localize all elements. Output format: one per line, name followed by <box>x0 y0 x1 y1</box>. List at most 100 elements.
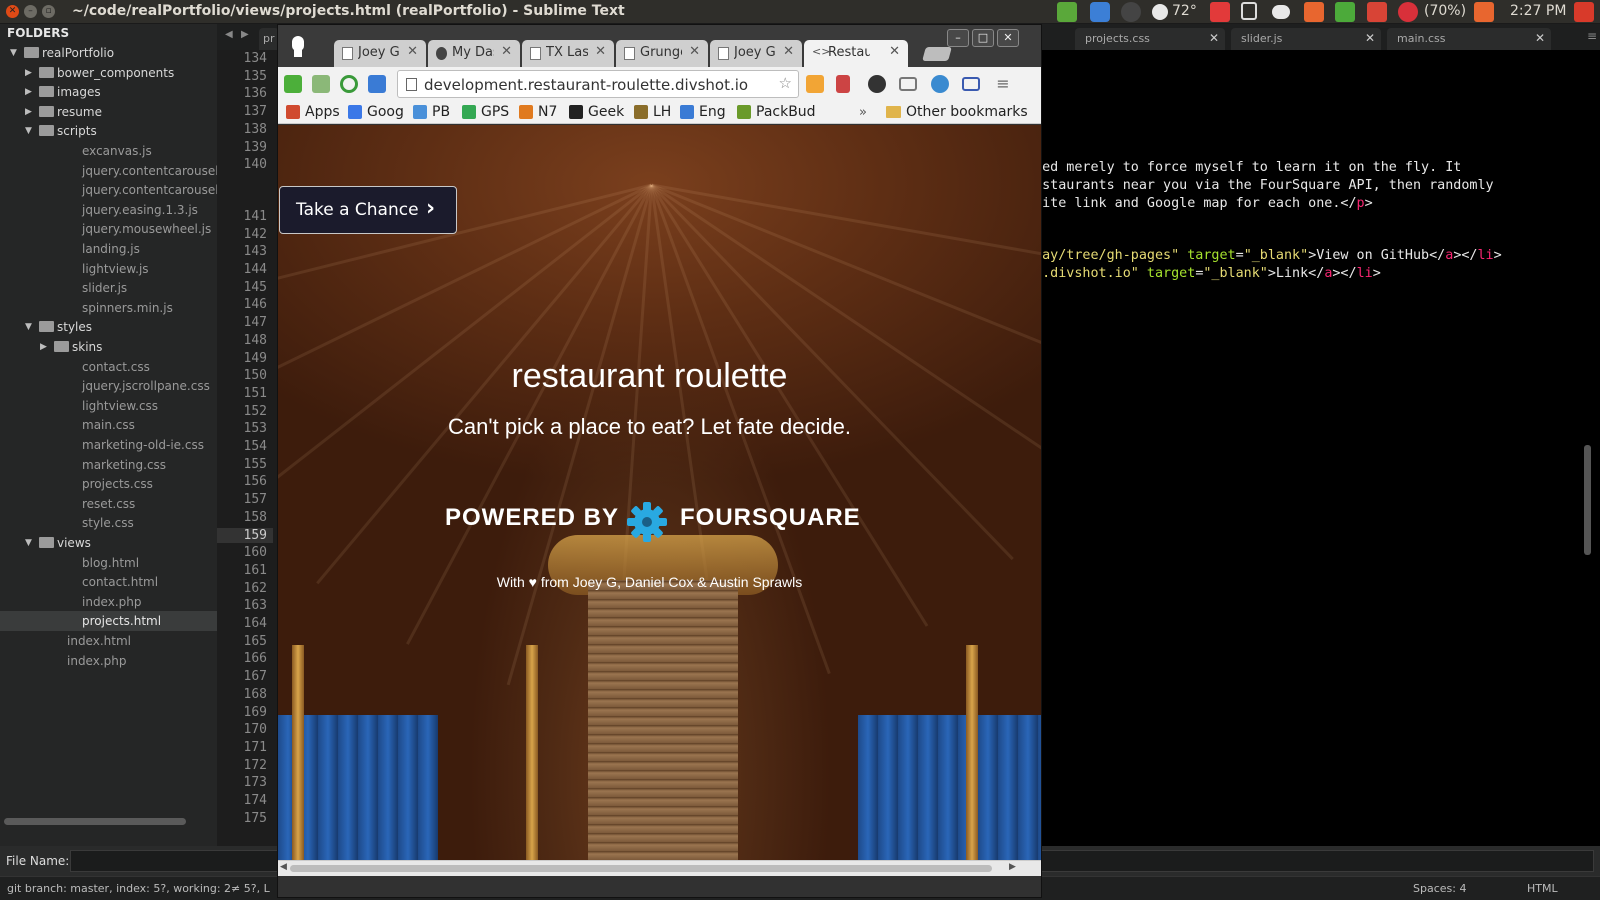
bookmark-eng[interactable]: Eng <box>680 103 730 121</box>
bookmark-gps[interactable]: GPS <box>462 103 512 121</box>
tab-scroll-left-icon[interactable]: ◀ <box>225 29 233 40</box>
sidebar-file-item[interactable]: spinners.min.js <box>0 298 217 318</box>
sidebar-folder-item[interactable]: ▶ bower_components <box>0 63 217 83</box>
close-icon[interactable]: ✕ <box>595 44 606 59</box>
sidebar-folder-item[interactable]: ▼ views <box>0 533 217 553</box>
sidebar-folder-item[interactable]: ▶ images <box>0 82 217 102</box>
browser-tab[interactable]: TX Lass ✕ <box>522 40 614 67</box>
back-button[interactable] <box>284 75 302 93</box>
reload-button[interactable] <box>340 75 358 93</box>
sidebar-folder-item[interactable]: ▼ scripts <box>0 121 217 141</box>
syntax-status[interactable]: HTML <box>1527 882 1558 895</box>
horizontal-scrollbar[interactable]: ◀ ▶ <box>278 860 1041 876</box>
scroll-right-icon[interactable]: ▶ <box>1009 862 1016 872</box>
address-bar[interactable]: development.restaurant-roulette.divshot.… <box>397 70 799 98</box>
window-close-button[interactable]: ✕ <box>6 5 19 18</box>
close-icon[interactable]: ✕ <box>1365 31 1375 45</box>
sidebar-file-item[interactable]: style.css <box>0 513 217 533</box>
gear-icon[interactable] <box>1574 2 1594 22</box>
editor-scrollbar[interactable] <box>1584 445 1591 555</box>
close-icon[interactable]: ✕ <box>889 44 900 59</box>
chevron-down-icon[interactable]: ▼ <box>25 538 32 548</box>
clock[interactable]: 2:27 PM <box>1510 3 1566 23</box>
moon-icon[interactable] <box>1121 2 1141 22</box>
forward-button[interactable] <box>312 75 330 93</box>
other-bookmarks[interactable]: Other bookmarks <box>906 104 1028 120</box>
tab-menu-icon[interactable]: ≡ <box>1587 29 1597 43</box>
new-tab-button[interactable] <box>922 47 952 61</box>
sidebar-file-item[interactable]: main.css <box>0 415 217 435</box>
indentation-status[interactable]: Spaces: 4 <box>1413 882 1466 895</box>
sidebar-folder-item[interactable]: ▼ realPortfolio <box>0 43 217 63</box>
copy-icon[interactable] <box>1241 2 1257 20</box>
sidebar-file-item[interactable]: reset.css <box>0 494 217 514</box>
close-icon[interactable]: ✕ <box>689 44 700 59</box>
browser-tab[interactable]: Joey G ✕ <box>710 40 802 67</box>
close-icon[interactable]: ✕ <box>1209 31 1219 45</box>
menu-icon[interactable]: ≡ <box>994 75 1012 93</box>
window-maximize-button[interactable]: ▫ <box>42 5 55 18</box>
screen-icon[interactable] <box>962 77 980 91</box>
sidebar-file-item[interactable]: lightview.css <box>0 396 217 416</box>
editor-tab-main-css[interactable]: main.css ✕ <box>1387 28 1551 50</box>
sidebar-file-item[interactable]: blog.html <box>0 553 217 573</box>
close-icon[interactable]: ✕ <box>783 44 794 59</box>
sidebar-file-item[interactable]: marketing.css <box>0 455 217 475</box>
chevron-down-icon[interactable]: ▼ <box>25 126 32 136</box>
cast-icon[interactable] <box>899 77 917 91</box>
browser-minimize-button[interactable]: – <box>947 29 969 47</box>
editor-tab-projects-css[interactable]: projects.css ✕ <box>1075 28 1225 50</box>
tab-scroll-right-icon[interactable]: ▶ <box>241 29 249 40</box>
sidebar-scrollbar[interactable] <box>4 818 186 825</box>
mail-icon[interactable] <box>1367 2 1387 22</box>
bluetooth-icon[interactable] <box>1335 2 1355 22</box>
chevron-right-icon[interactable]: ▶ <box>40 342 47 352</box>
sidebar-folder-item[interactable]: ▶ skins <box>0 337 217 357</box>
sidebar-file-item[interactable]: jquery.contentcarousel.js <box>0 161 217 181</box>
close-icon[interactable]: ✕ <box>407 44 418 59</box>
chevron-right-icon[interactable]: ▶ <box>25 107 32 117</box>
sidebar-file-item[interactable]: contact.html <box>0 572 217 592</box>
sidebar-file-item[interactable]: jquery.jscrollpane.css <box>0 376 217 396</box>
download-icon[interactable] <box>836 75 850 93</box>
window-minimize-button[interactable]: – <box>24 5 37 18</box>
bookmark-apps[interactable]: Apps <box>286 103 340 121</box>
globe-icon[interactable] <box>931 75 949 93</box>
bookmark-goog[interactable]: Goog <box>348 103 406 121</box>
weather-icon[interactable] <box>1152 4 1168 20</box>
sidebar-file-item[interactable]: projects.html <box>0 611 217 632</box>
bookmark-pb[interactable]: PB <box>413 103 455 121</box>
x-icon[interactable] <box>1210 2 1230 22</box>
sidebar-file-item[interactable]: excanvas.js <box>0 141 217 161</box>
home-button[interactable] <box>368 75 386 93</box>
sidebar-file-item[interactable]: slider.js <box>0 278 217 298</box>
wifi-icon[interactable] <box>1304 2 1324 22</box>
dropbox-icon[interactable] <box>1090 2 1110 22</box>
sidebar-file-item[interactable]: index.php <box>0 592 217 612</box>
chevron-down-icon[interactable]: ▼ <box>25 322 32 332</box>
browser-tab[interactable]: My Das ✕ <box>428 40 520 67</box>
chevron-down-icon[interactable]: ▼ <box>10 48 17 58</box>
sidebar-file-item[interactable]: projects.css <box>0 474 217 494</box>
bookmark-lh[interactable]: LH <box>634 103 674 121</box>
chevron-right-icon[interactable]: ▶ <box>25 68 32 78</box>
scroll-left-icon[interactable]: ◀ <box>280 862 287 872</box>
editor-tab[interactable]: pr <box>259 28 279 50</box>
sidebar-file-item[interactable]: lightview.js <box>0 259 217 279</box>
sidebar-file-item[interactable]: index.php <box>0 651 217 671</box>
sidebar-file-item[interactable]: jquery.contentcarousel.js. <box>0 180 217 200</box>
sidebar-folder-item[interactable]: ▼ styles <box>0 317 217 337</box>
sidebar-folder-item[interactable]: ▶ resume <box>0 102 217 122</box>
browser-tab-active[interactable]: <> Restau ✕ <box>804 40 908 67</box>
sidebar-file-item[interactable]: marketing-old-ie.css <box>0 435 217 455</box>
browser-tab[interactable]: Joey G ✕ <box>334 40 426 67</box>
bookmark-star-icon[interactable]: ☆ <box>779 74 792 92</box>
bookmark-packbud[interactable]: PackBud <box>737 103 817 121</box>
extension-icon[interactable] <box>868 75 886 93</box>
close-icon[interactable]: ✕ <box>1535 31 1545 45</box>
chevron-right-icon[interactable]: ▶ <box>25 87 32 97</box>
bookmark-geek[interactable]: Geek <box>569 103 625 121</box>
sidebar-file-item[interactable]: index.html <box>0 631 217 651</box>
close-icon[interactable]: ✕ <box>501 44 512 59</box>
browser-close-button[interactable]: ✕ <box>997 29 1019 47</box>
